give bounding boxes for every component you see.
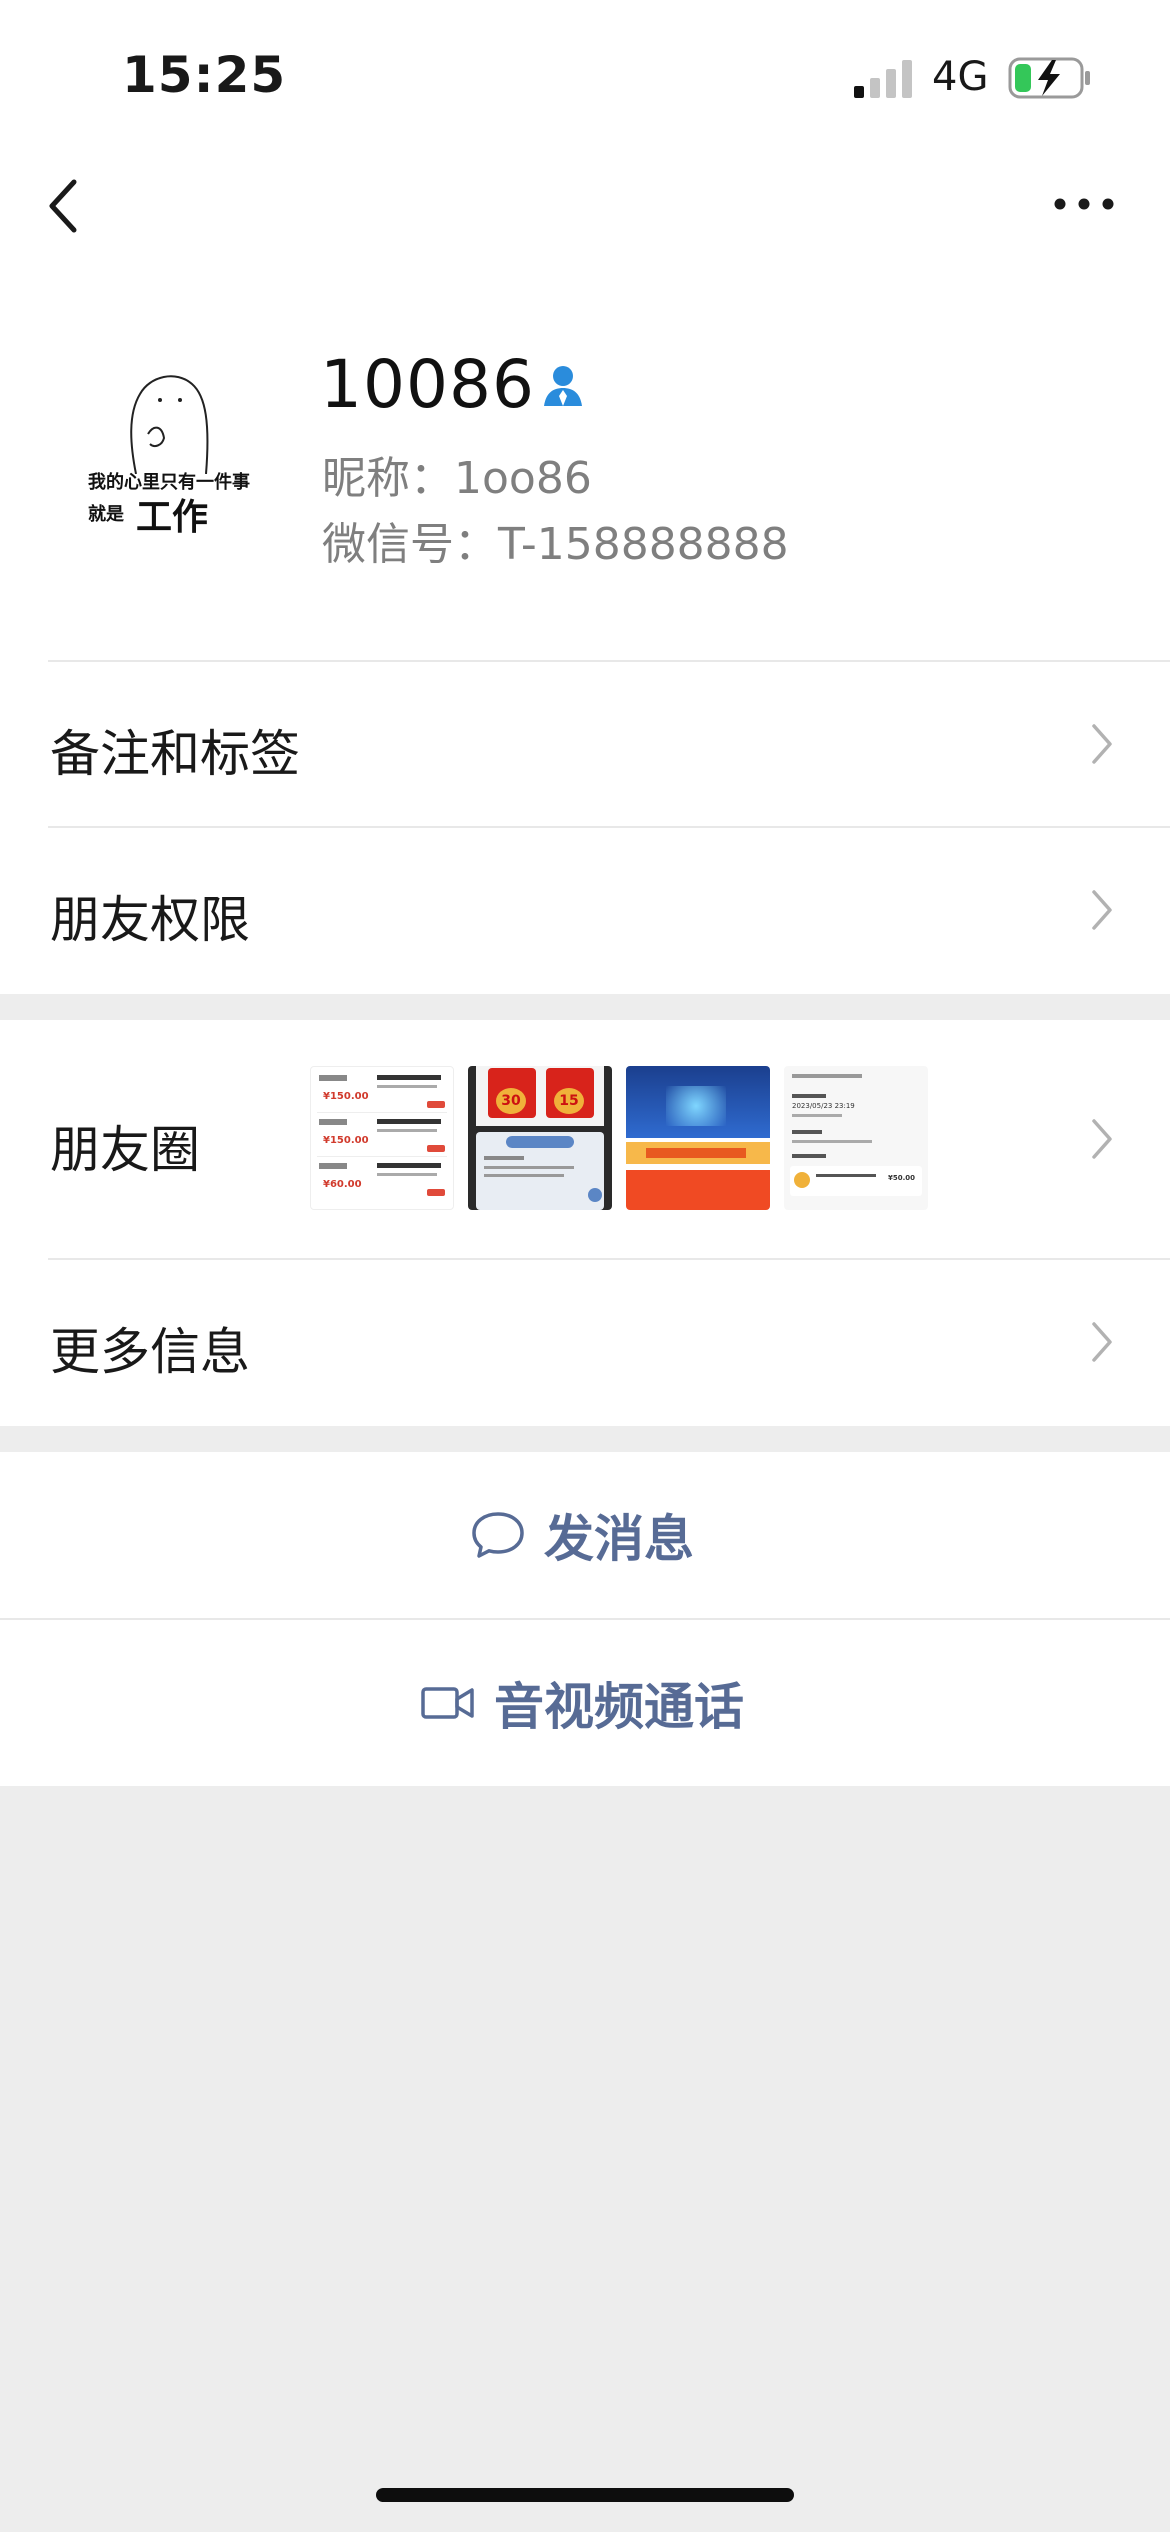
row-label: 更多信息 (50, 1323, 250, 1381)
nickname: 昵称：1oo86 (322, 453, 592, 504)
avatar[interactable]: 我的心里只有一件事 就是 工作 (80, 360, 270, 550)
send-message-content: 发消息 (470, 1452, 694, 1618)
battery-charging-icon (1008, 57, 1090, 99)
send-message-label: 发消息 (544, 1510, 694, 1568)
row-label: 备注和标签 (50, 725, 300, 783)
network-type: 4G (932, 54, 989, 100)
price-text: ¥150.00 (323, 1091, 369, 1102)
row-label: 朋友权限 (50, 891, 250, 949)
moments-thumbnail[interactable]: 2023/05/23 23:19 ¥50.00 (784, 1066, 928, 1210)
chevron-right-icon (1092, 1119, 1112, 1159)
settings-group: 备注和标签 朋友权限 (0, 660, 1170, 994)
moments-thumbnail[interactable] (626, 1066, 770, 1210)
send-message-button[interactable]: 发消息 (0, 1452, 1170, 1618)
moments-thumbnails: ¥150.00 ¥150.00 ¥60.00 30 15 2023/05/23 … (310, 1066, 930, 1210)
moments-thumbnail[interactable]: 30 15 (468, 1066, 612, 1210)
coupon-value: 15 (554, 1088, 584, 1114)
contact-person-icon (544, 366, 582, 406)
video-camera-icon (421, 1687, 474, 1719)
home-indicator[interactable] (376, 2488, 794, 2502)
av-call-label: 音视频通话 (494, 1678, 744, 1736)
chevron-right-icon (1092, 1322, 1112, 1362)
profile-header: 我的心里只有一件事 就是 工作 10086 昵称：1oo86 微信号：T-158… (0, 270, 1170, 660)
signal-icon (854, 60, 912, 98)
chat-bubble-icon (472, 1512, 524, 1558)
price-text: ¥60.00 (323, 1179, 362, 1190)
status-time: 15:25 (122, 46, 287, 104)
moments-thumbnail[interactable]: ¥150.00 ¥150.00 ¥60.00 (310, 1066, 454, 1210)
chevron-right-icon (1092, 890, 1112, 930)
row-moments[interactable]: 朋友圈 ¥150.00 ¥150.00 ¥60.00 30 15 2023/05… (0, 1020, 1170, 1258)
av-call-button[interactable]: 音视频通话 (0, 1620, 1170, 1786)
status-bar: 15:25 4G (0, 0, 1170, 140)
price-text: ¥150.00 (323, 1135, 369, 1146)
chevron-right-icon (1092, 724, 1112, 764)
wechat-id: 微信号：T-158888888 (322, 519, 789, 570)
coupon-value: 30 (496, 1088, 526, 1114)
back-icon[interactable] (40, 176, 90, 236)
row-remarks-tags[interactable]: 备注和标签 (0, 662, 1170, 828)
avatar-caption-big: 工作 (136, 497, 209, 538)
contact-name: 10086 (320, 346, 535, 423)
thumb-amount: ¥50.00 (888, 1174, 916, 1182)
thumb-date: 2023/05/23 23:19 (792, 1102, 855, 1110)
more-icon[interactable] (1052, 192, 1116, 216)
avatar-figure-icon (130, 375, 209, 474)
moments-group: 朋友圈 ¥150.00 ¥150.00 ¥60.00 30 15 2023/05… (0, 1020, 1170, 1426)
row-label: 朋友圈 (50, 1121, 200, 1179)
row-friend-permissions[interactable]: 朋友权限 (0, 828, 1170, 994)
avatar-caption-line2: 就是 (88, 504, 124, 525)
av-call-content: 音视频通话 (420, 1620, 744, 1786)
nav-bar (0, 140, 1170, 270)
row-more-info[interactable]: 更多信息 (0, 1260, 1170, 1426)
